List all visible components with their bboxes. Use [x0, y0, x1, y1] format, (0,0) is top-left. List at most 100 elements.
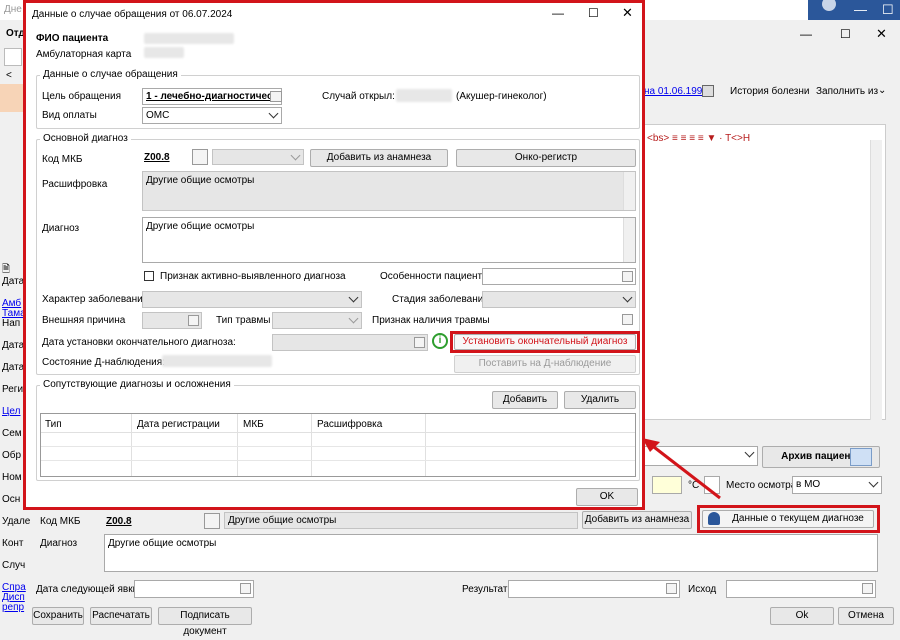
editor-toolbar[interactable]: <bs> ≡ ≡ ≡ ≡ ▼ · T<>H [647, 133, 750, 144]
sign-button[interactable]: Подписать документ [158, 607, 252, 637]
chevron-down-icon[interactable]: ⌄ [878, 85, 886, 96]
disease-char-select[interactable] [142, 291, 362, 308]
active-detect-label: Признак активно-выявленного диагноза [160, 271, 346, 282]
disease-stage-select[interactable] [482, 291, 636, 308]
mkb-extra-select[interactable] [212, 149, 304, 165]
bg-mkb-desc: Другие общие осмотры [224, 512, 578, 529]
maximize-icon[interactable]: ☐ [840, 27, 851, 41]
set-final-diagnosis-button[interactable]: Установить окончательный диагноз [454, 334, 636, 350]
user-badge-icon [822, 0, 836, 11]
bg-diagnosis-label: Диагноз [40, 538, 78, 549]
bg-cancel-button[interactable]: Отмена [838, 607, 894, 625]
amb-card-label: Амбулаторная карта [36, 49, 132, 60]
amb-card-value [144, 47, 184, 58]
bg-add-from-anamnesis[interactable]: Добавить из анамнеза [582, 511, 692, 529]
close-icon[interactable]: ✕ [622, 5, 633, 21]
col-decoding: Расшифровка [317, 419, 383, 430]
next-visit-label: Дата следующей явки: [36, 584, 141, 595]
bg-mkb-lookup[interactable] [204, 513, 220, 529]
patient-features-label: Особенности пациента [380, 271, 488, 282]
result-input[interactable] [508, 580, 680, 598]
d-obs-button[interactable]: Поставить на Д-наблюдение [454, 355, 636, 373]
add-from-anamnesis-button[interactable]: Добавить из анамнеза [310, 149, 448, 167]
fill-from-button[interactable]: Заполнить из [816, 86, 878, 97]
current-diagnosis-button[interactable]: Данные о текущем диагнозе [702, 510, 874, 528]
patient-name-label: ФИО пациента [36, 33, 109, 44]
exam-place-label: Место осмотра [726, 480, 797, 491]
close-icon[interactable]: ✕ [876, 26, 887, 42]
bg-menu-fragment: Дне [4, 4, 22, 15]
disease-stage-label: Стадия заболевания [392, 294, 489, 305]
col-mkb: МКБ [243, 419, 264, 430]
bg-tool-icon[interactable] [4, 48, 22, 66]
bg-mkb-value[interactable]: Z00.8 [106, 516, 132, 527]
outcome-input[interactable] [726, 580, 876, 598]
editor-scrollbar[interactable] [870, 140, 882, 420]
trauma-type-select[interactable] [272, 312, 362, 329]
trauma-sign-checkbox[interactable] [622, 314, 633, 325]
minimize-icon[interactable]: — [800, 27, 812, 41]
add-comorbid-button[interactable]: Добавить [492, 391, 558, 409]
active-detect-checkbox[interactable] [144, 271, 154, 281]
ext-cause-input[interactable] [142, 312, 202, 329]
patient-name-value [144, 33, 234, 44]
delete-comorbid-button[interactable]: Удалить [564, 391, 636, 409]
minimize-icon[interactable]: — [552, 6, 564, 20]
trauma-type-label: Тип травмы [216, 315, 271, 326]
col-type: Тип [45, 419, 62, 430]
bg-header-row: на 01.06.1993 История болезни Заполнить … [640, 82, 900, 102]
bg-ok-button[interactable]: Ok [770, 607, 834, 625]
onco-register-button[interactable]: Онко-регистр [456, 149, 636, 167]
decoding-scrollbar[interactable] [623, 172, 635, 210]
dialog-titlebar: Данные о случае обращения от 06.07.2024 … [26, 3, 642, 25]
purpose-label: Цель обращения [42, 91, 122, 102]
next-visit-input[interactable] [134, 580, 254, 598]
disease-char-label: Характер заболевания [42, 294, 149, 305]
mkb-value[interactable]: Z00.8 [144, 152, 170, 163]
col-reg-date: Дата регистрации [137, 419, 220, 430]
archive-icon [850, 448, 872, 466]
trauma-sign-label: Признак наличия травмы [372, 315, 490, 326]
patient-features-input[interactable] [482, 268, 636, 285]
red-arrow [642, 438, 721, 500]
mkb-lookup[interactable] [192, 149, 208, 165]
payment-select[interactable]: ОМС [142, 107, 282, 124]
outcome-label: Исход [688, 584, 717, 595]
mkb-label: Код МКБ [42, 154, 83, 165]
chevron-left-icon[interactable]: < [6, 70, 12, 81]
comorbid-group-title: Сопутствующие диагнозы и осложнения [40, 379, 234, 390]
info-icon[interactable]: i [432, 333, 448, 349]
user-area: — ☐ [808, 0, 900, 20]
ext-cause-label: Внешняя причина [42, 315, 126, 326]
maximize-icon[interactable]: ☐ [588, 6, 599, 20]
decoding-value: Другие общие осмотры [142, 171, 636, 211]
dialog-ok-button[interactable]: OK [576, 488, 638, 506]
final-date-input[interactable] [272, 334, 428, 351]
final-date-label: Дата установки окончательного диагноза: [42, 337, 236, 348]
comorbid-table[interactable]: Тип Дата регистрации МКБ Расшифровка [40, 413, 636, 477]
case-opened-spec: (Акушер-гинеколог) [456, 91, 547, 102]
bg-window-controls: — ☐ ✕ [640, 24, 900, 44]
dialog-title: Данные о случае обращения от 06.07.2024 [32, 9, 233, 20]
d-obs-state-label: Состояние Д-наблюдения: [42, 357, 165, 368]
bg-diagnosis-text[interactable]: Другие общие осмотры [104, 534, 878, 572]
exam-place-select[interactable]: в МО [792, 476, 882, 494]
birth-date-link[interactable]: на 01.06.1993 [644, 86, 708, 97]
diagnosis-input[interactable]: Другие общие осмотры [142, 217, 636, 263]
bg-editor[interactable]: <bs> ≡ ≡ ≡ ≡ ▼ · T<>H [640, 124, 886, 420]
purpose-lookup[interactable] [270, 91, 282, 102]
case-group-title: Данные о случае обращения [40, 69, 181, 80]
d-obs-state-value [162, 355, 272, 367]
result-label: Результат [462, 584, 508, 595]
save-button[interactable]: Сохранить [32, 607, 84, 625]
case-dialog: Данные о случае обращения от 06.07.2024 … [23, 0, 645, 510]
calendar-icon[interactable] [702, 85, 714, 97]
diagnosis-scrollbar[interactable] [623, 218, 635, 262]
history-button[interactable]: История болезни [730, 86, 810, 97]
print-button[interactable]: Распечатать [90, 607, 152, 625]
case-group [36, 75, 640, 129]
main-diag-group-title: Основной диагноз [40, 133, 131, 144]
payment-label: Вид оплаты [42, 110, 97, 121]
case-opened-name [396, 89, 452, 102]
purpose-input[interactable]: 1 - лечебно-диагностическая [142, 88, 282, 105]
